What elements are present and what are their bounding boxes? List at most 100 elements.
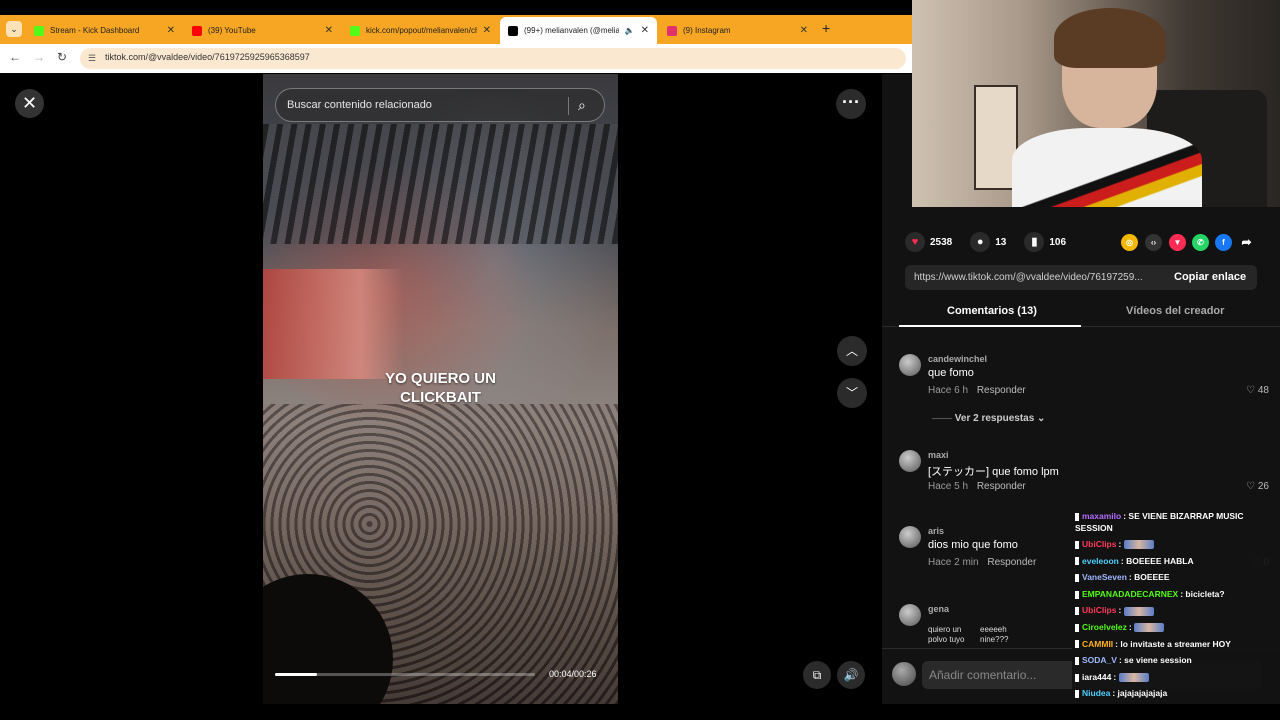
screen: ⌄ Stream - Kick Dashboard ✕ (39) YouTube ✕ k… [0,0,1280,720]
chat-text: lo invitaste a streamer HOY [1120,638,1231,649]
sticker-text: eeeeeh nine??? [980,625,1009,644]
chat-badge-icon [1075,540,1079,549]
chat-username[interactable]: SODA_V [1082,655,1117,665]
coin-share-icon[interactable]: ◎ [1121,234,1138,251]
more-options-button[interactable]: ··· [836,89,866,119]
tab-comments[interactable]: Comentarios (13) [947,305,1037,317]
chat-username[interactable]: EMPANADADECARNEX [1082,589,1178,599]
comment-like-count: 26 [1257,481,1269,492]
avatar[interactable] [899,526,921,548]
close-tab-icon[interactable]: ✕ [167,25,175,36]
reply-button[interactable]: Responder [977,481,1026,492]
send-icon[interactable]: ▼ [1169,234,1186,251]
embed-icon[interactable]: ‹› [1145,234,1162,251]
share-arrow-icon[interactable]: ➦ [1238,234,1255,251]
chat-message: UbiClips: [1075,602,1277,619]
stream-chat-overlay: maxamilo: SE VIENE BIZARRAP MUSIC SESSIO… [1072,507,1280,704]
chat-username[interactable]: eveleoon [1082,556,1119,566]
tab-search-button[interactable]: ⌄ [6,21,22,37]
comment-like-button[interactable]: ♡ 48 [1246,385,1269,396]
chat-username[interactable]: VaneSeven [1082,572,1127,582]
close-video-button[interactable]: ✕ [15,89,44,118]
view-replies-button[interactable]: —— Ver 2 respuestas ⌄ [932,413,1045,424]
comment-like-button[interactable]: ♡ 26 [1246,481,1269,492]
video-scene-ceiling [263,124,618,244]
video-scene-stage-banner [263,269,403,379]
comment-username[interactable]: aris [928,526,944,536]
floating-player-button[interactable]: ⧉ [803,661,831,689]
tab-title: Stream - Kick Dashboard [50,26,140,35]
comment-text: que fomo [928,367,974,379]
chat-emote-icon [1118,673,1149,682]
chat-username[interactable]: iara444 [1082,672,1111,682]
chat-text: bicicleta? [1185,588,1225,599]
comment-username[interactable]: maxi [928,450,949,460]
chat-badge-icon [1075,690,1079,699]
reply-button[interactable]: Responder [987,557,1036,568]
save-count: 106 [1049,236,1067,248]
next-video-button[interactable]: ﹀ [837,378,867,408]
browser-tab[interactable]: kick.com/popout/melianvalen/chat ✕ [342,17,499,44]
video-player[interactable]: YO QUIERO UN CLICKBAIT [263,74,618,704]
close-tab-icon[interactable]: ✕ [641,25,649,36]
like-count: 2538 [930,236,953,248]
active-tab-indicator [899,325,1081,327]
chat-username[interactable]: CAMMII [1082,639,1113,649]
whatsapp-icon[interactable]: ✆ [1192,234,1209,251]
close-tab-icon[interactable]: ✕ [483,25,491,36]
tab-title: (99+) melianvalen (@melianvalen) [524,26,619,35]
browser-tab[interactable]: (9) Instagram ✕ [659,17,816,44]
related-search-input[interactable]: Buscar contenido relacionado ⌕ [275,88,605,122]
close-tab-icon[interactable]: ✕ [325,25,333,36]
chat-separator: : [1118,605,1124,616]
tab-creator-videos[interactable]: Vídeos del creador [1126,305,1224,317]
chat-username[interactable]: UbiClips [1082,539,1116,549]
save-button[interactable]: ▮ 106 [1024,232,1066,252]
chat-username[interactable]: Ciroelvelez [1082,622,1127,632]
share-link-text[interactable]: https://www.tiktok.com/@vvaldee/video/76… [914,272,1164,283]
avatar[interactable] [899,450,921,472]
avatar [892,662,916,686]
comment-username[interactable]: candewinchel [928,354,987,364]
copy-link-button[interactable]: Copiar enlace [1174,271,1246,283]
chevron-up-icon: ︿ [845,344,858,358]
reload-icon[interactable]: ↻ [57,50,67,64]
previous-video-button[interactable]: ︿ [837,336,867,366]
chat-username[interactable]: maxamilo [1082,511,1121,521]
comment-meta: Hace 5 h Responder [928,481,1032,492]
url-text[interactable]: tiktok.com/@vvaldee/video/76197259259653… [105,52,310,62]
tab-title: (9) Instagram [683,26,731,35]
browser-tab[interactable]: (39) YouTube ✕ [184,17,341,44]
forward-arrow-icon[interactable]: → [33,50,45,64]
more-dots-icon: ··· [842,92,860,112]
avatar[interactable] [899,604,921,626]
avatar[interactable] [899,354,921,376]
heart-icon: ♥ [905,232,925,252]
comment-button[interactable]: ● 13 [970,232,1006,252]
video-progress-bar[interactable] [275,673,535,676]
browser-tab[interactable]: (99+) melianvalen (@melianvalen) 🔈 ✕ [500,17,657,44]
browser-tab-bar: ⌄ Stream - Kick Dashboard ✕ (39) YouTube ✕ k… [0,0,912,44]
search-icon[interactable]: ⌕ [578,97,586,114]
like-button[interactable]: ♥ 2538 [905,232,952,252]
reply-button[interactable]: Responder [977,385,1026,396]
site-info-icon[interactable]: ☰ [88,53,96,64]
comment-username[interactable]: gena [928,604,949,614]
chat-message: eveleoon: BOEEEE HABLA [1075,553,1277,570]
tiktok-icon [508,25,518,36]
volume-button[interactable]: 🔊 [837,661,865,689]
close-tab-icon[interactable]: ✕ [800,25,808,36]
comment-meta: Hace 2 min Responder [928,557,1042,568]
chat-username[interactable]: UbiClips [1082,605,1116,615]
chat-badge-icon [1075,640,1079,649]
share-link-box: https://www.tiktok.com/@vvaldee/video/76… [905,265,1257,290]
new-tab-button[interactable]: + [822,20,830,36]
tab-title: kick.com/popout/melianvalen/chat [366,26,477,35]
facebook-icon[interactable]: f [1215,234,1232,251]
kick-icon [350,25,360,36]
tab-audio-icon[interactable]: 🔈 [625,26,635,35]
browser-tab[interactable]: Stream - Kick Dashboard ✕ [26,17,183,44]
chat-username[interactable]: Niudea [1082,688,1110,698]
replies-line: —— [932,413,955,424]
back-arrow-icon[interactable]: ← [9,50,21,64]
